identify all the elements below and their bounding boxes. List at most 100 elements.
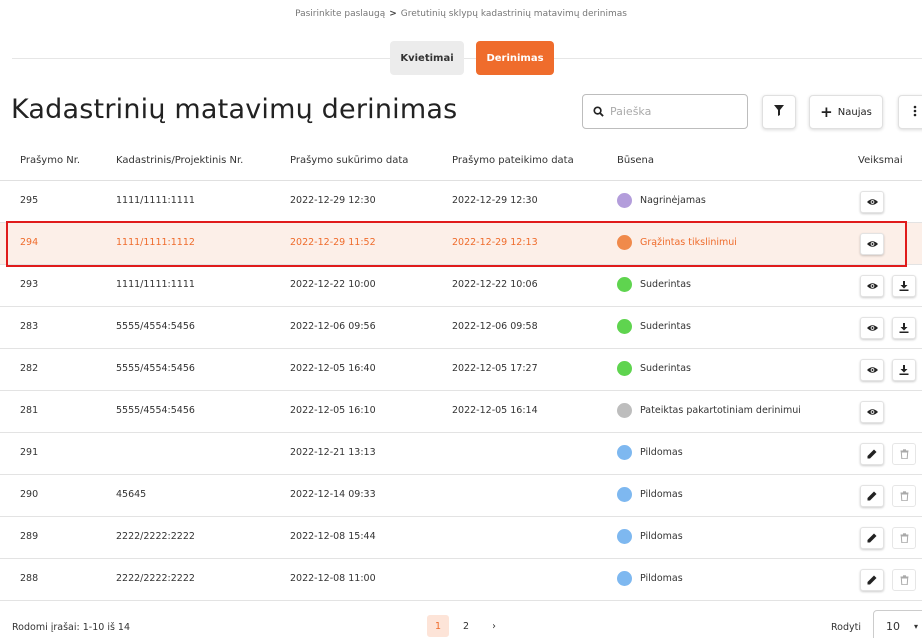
search-icon [593,102,604,121]
edit-button[interactable] [860,569,884,591]
page-1-button[interactable]: 1 [427,615,449,637]
chevron-down-icon: ▾ [914,621,919,631]
header-request-no[interactable]: Prašymo Nr. [20,155,80,166]
status-badge: Nagrinėjamas [617,193,706,208]
table-row[interactable]: 291 2022-12-21 13:13 Pildomas [0,433,922,475]
download-button[interactable] [892,359,916,381]
pencil-icon [867,533,877,543]
view-button[interactable] [860,275,884,297]
tab-kvietimai[interactable]: Kvietimai [390,41,464,75]
edit-button[interactable] [860,527,884,549]
delete-button[interactable] [892,443,916,465]
status-label: Suderintas [640,279,691,290]
view-button[interactable] [860,191,884,213]
cell-request-no: 282 [20,363,39,374]
table-row[interactable]: 293 1111/1111:1111 2022-12-22 10:00 2022-12… [0,265,922,307]
page-2-button[interactable]: 2 [455,615,477,637]
cell-request-no: 294 [20,237,39,248]
breadcrumb-separator: > [389,9,397,19]
tab-derinimas[interactable]: Derinimas [476,41,554,75]
status-label: Pildomas [640,531,683,542]
eye-icon [866,282,878,290]
cell-submitted-date: 2022-12-05 17:27 [452,363,538,374]
cell-request-no: 283 [20,321,39,332]
pencil-icon [867,449,877,459]
cell-submitted-date: 2022-12-05 16:14 [452,405,538,416]
filter-button[interactable] [762,95,796,129]
trash-icon [900,533,909,543]
more-options-button[interactable] [898,95,922,129]
status-badge: Pildomas [617,571,683,586]
status-dot-icon [617,319,632,334]
header-submitted-date[interactable]: Prašymo pateikimo data [452,155,574,166]
download-icon [899,365,909,375]
cell-cadastral-no: 2222/2222:2222 [116,531,195,542]
view-button[interactable] [860,401,884,423]
table-header: Prašymo Nr. Kadastrinis/Projektinis Nr. … [0,145,922,181]
status-label: Pateiktas pakartotiniam derinimui [640,405,801,416]
header-status[interactable]: Būsena [617,155,654,166]
table-row[interactable]: 294 1111/1111:1112 2022-12-29 11:52 2022-12… [0,223,922,265]
view-button[interactable] [860,233,884,255]
status-label: Suderintas [640,363,691,374]
per-page-select[interactable]: 10 ▾ [873,610,922,638]
cell-cadastral-no: 2222/2222:2222 [116,573,195,584]
table-row[interactable]: 288 2222/2222:2222 2022-12-08 11:00 Pildoma… [0,559,922,601]
next-page-button[interactable]: › [483,615,505,637]
status-label: Suderintas [640,321,691,332]
header-actions: Veiksmai [858,155,903,166]
delete-button[interactable] [892,569,916,591]
cell-request-no: 289 [20,531,39,542]
status-dot-icon [617,571,632,586]
status-dot-icon [617,235,632,250]
delete-button[interactable] [892,485,916,507]
trash-icon [900,575,909,585]
cell-submitted-date: 2022-12-29 12:13 [452,237,538,248]
table-row[interactable]: 282 5555/4554:5456 2022-12-05 16:40 2022-12… [0,349,922,391]
status-dot-icon [617,445,632,460]
view-button[interactable] [860,359,884,381]
status-badge: Pildomas [617,529,683,544]
status-dot-icon [617,487,632,502]
status-badge: Pildomas [617,487,683,502]
download-button[interactable] [892,275,916,297]
cell-cadastral-no: 1111/1111:1111 [116,195,195,206]
table-row[interactable]: 290 45645 2022-12-14 09:33 Pildomas [0,475,922,517]
edit-button[interactable] [860,443,884,465]
cell-created-date: 2022-12-29 11:52 [290,237,376,248]
cell-request-no: 290 [20,489,39,500]
view-button[interactable] [860,317,884,339]
table-row[interactable]: 295 1111/1111:1111 2022-12-29 12:30 2022-12… [0,181,922,223]
pencil-icon [867,575,877,585]
status-label: Nagrinėjamas [640,195,706,206]
trash-icon [900,491,909,501]
new-request-button[interactable]: + Naujas [809,95,883,129]
status-dot-icon [617,529,632,544]
eye-icon [866,366,878,374]
eye-icon [866,324,878,332]
status-label: Grąžintas tikslinimui [640,237,737,248]
cell-cadastral-no: 45645 [116,489,147,500]
table-row[interactable]: 283 5555/4554:5456 2022-12-06 09:56 2022-12… [0,307,922,349]
cell-request-no: 293 [20,279,39,290]
breadcrumb-step-service[interactable]: Pasirinkite paslaugą [295,9,385,19]
tab-bar: Kvietimai Derinimas [390,41,554,75]
table-row[interactable]: 289 2222/2222:2222 2022-12-08 15:44 Pildoma… [0,517,922,559]
download-button[interactable] [892,317,916,339]
table-row[interactable]: 281 5555/4554:5456 2022-12-05 16:10 2022-12… [0,391,922,433]
search-input[interactable] [610,105,740,118]
cell-submitted-date: 2022-12-22 10:06 [452,279,538,290]
status-label: Pildomas [640,489,683,500]
cell-created-date: 2022-12-29 12:30 [290,195,376,206]
records-info: Rodomi įrašai: 1-10 iš 14 [12,622,131,633]
header-cadastral-no[interactable]: Kadastrinis/Projektinis Nr. [116,155,243,166]
new-request-label: Naujas [837,106,872,118]
header-created-date[interactable]: Prašymo sukūrimo data [290,155,408,166]
cell-created-date: 2022-12-06 09:56 [290,321,376,332]
status-badge: Grąžintas tikslinimui [617,235,737,250]
cell-request-no: 281 [20,405,39,416]
cell-cadastral-no: 1111/1111:1111 [116,279,195,290]
edit-button[interactable] [860,485,884,507]
search-box[interactable] [582,94,748,129]
delete-button[interactable] [892,527,916,549]
